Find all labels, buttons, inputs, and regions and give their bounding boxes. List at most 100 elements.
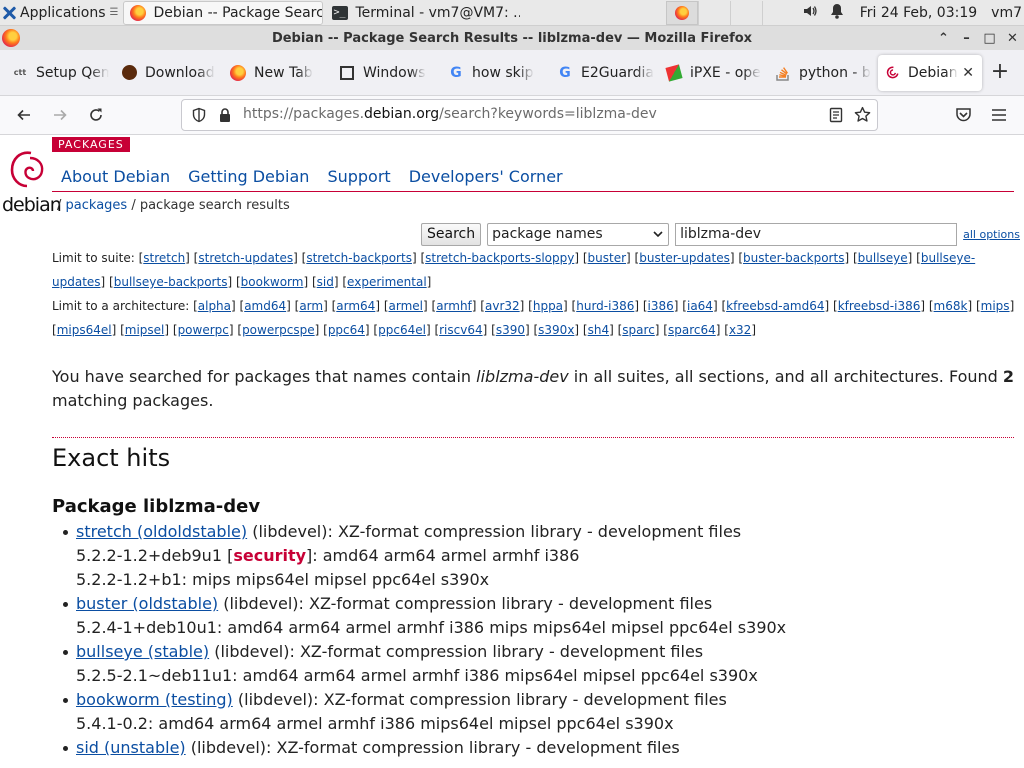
- tab-e2guardian[interactable]: G E2Guardian: [551, 55, 660, 91]
- taskbar-terminal[interactable]: >_ Terminal - vm7@VM7: ...: [325, 1, 521, 25]
- suite-link[interactable]: bookworm (testing): [76, 690, 233, 709]
- arch-ppc64[interactable]: ppc64: [328, 323, 365, 337]
- workspace-2[interactable]: [698, 1, 730, 25]
- reload-icon[interactable]: [84, 103, 108, 127]
- workspace-4[interactable]: [762, 1, 794, 25]
- clock[interactable]: Fri 24 Feb, 03:19: [860, 5, 977, 21]
- debian-logo[interactable]: debian: [2, 150, 62, 216]
- nav-developers-corner[interactable]: Developers' Corner: [409, 167, 563, 186]
- tab-debian[interactable]: Debian ✕: [878, 54, 982, 91]
- suite-buster[interactable]: buster: [588, 251, 627, 265]
- search-type-value: package names: [492, 226, 603, 242]
- pocket-icon[interactable]: [955, 107, 972, 127]
- workspace-1[interactable]: [666, 1, 698, 25]
- new-tab-icon[interactable]: +: [988, 59, 1012, 85]
- arch-ia64[interactable]: ia64: [687, 299, 713, 313]
- hamburger-menu-icon[interactable]: [991, 108, 1007, 126]
- version-line: 5.2.5-2.1~deb11u1: amd64 arm64 armel arm…: [76, 666, 758, 685]
- applications-menu[interactable]: Applications ☰: [0, 0, 123, 26]
- arch-x32[interactable]: x32: [729, 323, 751, 337]
- suite-bullseye-backports[interactable]: bullseye-backports: [114, 275, 228, 289]
- arch-hurd-i386[interactable]: hurd-i386: [576, 299, 634, 313]
- ctt-icon: ctt: [13, 68, 27, 77]
- arch-avr32[interactable]: avr32: [485, 299, 520, 313]
- arch-powerpc[interactable]: powerpc: [178, 323, 229, 337]
- arch-i386[interactable]: i386: [648, 299, 674, 313]
- arch-s390[interactable]: s390: [496, 323, 525, 337]
- suite-stretch-updates[interactable]: stretch-updates: [198, 251, 293, 265]
- arch-arm[interactable]: arm: [299, 299, 323, 313]
- suite-stretch-backports[interactable]: stretch-backports: [306, 251, 412, 265]
- reader-view-icon[interactable]: [829, 107, 843, 127]
- url-bar[interactable]: https://packages.debian.org/search?keywo…: [181, 99, 878, 131]
- suite-buster-backports[interactable]: buster-backports: [743, 251, 844, 265]
- arch-mipsel[interactable]: mipsel: [125, 323, 165, 337]
- window-shade-icon[interactable]: ⌃: [936, 31, 951, 46]
- user-name[interactable]: vm7: [991, 5, 1022, 21]
- arch-sh4[interactable]: sh4: [588, 323, 610, 337]
- arch-powerpcspe[interactable]: powerpcspe: [242, 323, 315, 337]
- arch-s390x[interactable]: s390x: [538, 323, 574, 337]
- breadcrumb-packages-link[interactable]: packages: [66, 198, 128, 213]
- bookmark-star-icon[interactable]: [854, 106, 871, 127]
- security-link[interactable]: security: [233, 546, 306, 565]
- nav-support[interactable]: Support: [327, 167, 390, 186]
- arch-alpha[interactable]: alpha: [198, 299, 231, 313]
- suite-bookworm[interactable]: bookworm: [241, 275, 304, 289]
- arch-kfreebsd-i386[interactable]: kfreebsd-i386: [838, 299, 921, 313]
- notification-bell-icon[interactable]: [830, 3, 844, 23]
- header-divider: [52, 191, 1014, 192]
- arch-amd64[interactable]: amd64: [244, 299, 286, 313]
- tab-how-skip[interactable]: G how skip: [442, 55, 551, 91]
- arch-riscv64[interactable]: riscv64: [439, 323, 483, 337]
- tab-ipxe[interactable]: iPXE - ope: [660, 55, 769, 91]
- suite-stretch-backports-sloppy[interactable]: stretch-backports-sloppy: [425, 251, 574, 265]
- taskbar-firefox[interactable]: Debian -- Package Searc...: [122, 0, 323, 25]
- nav-getting-debian[interactable]: Getting Debian: [188, 167, 309, 186]
- close-window-icon[interactable]: ✕: [1005, 31, 1020, 46]
- terminal-icon: >_: [331, 5, 348, 20]
- suite-stretch[interactable]: stretch: [143, 251, 185, 265]
- arch-ppc64el[interactable]: ppc64el: [378, 323, 426, 337]
- arch-armhf[interactable]: armhf: [436, 299, 472, 313]
- maximize-icon[interactable]: □: [982, 31, 997, 46]
- search-summary: You have searched for packages that name…: [52, 365, 1017, 413]
- search-input[interactable]: liblzma-dev: [675, 222, 958, 246]
- lock-icon[interactable]: [218, 107, 232, 127]
- url-text[interactable]: https://packages.debian.org/search?keywo…: [243, 106, 657, 122]
- applications-menu-icon: ☰: [109, 7, 119, 18]
- tab-new-tab[interactable]: New Tab: [224, 55, 333, 91]
- tab-python[interactable]: python - b: [769, 55, 878, 91]
- arch-sparc64[interactable]: sparc64: [668, 323, 716, 337]
- arch-mips[interactable]: mips: [981, 299, 1010, 313]
- suite-bullseye[interactable]: bullseye: [858, 251, 908, 265]
- forward-icon[interactable]: [48, 103, 72, 127]
- arch-armel[interactable]: armel: [389, 299, 423, 313]
- tab-setup-qemu[interactable]: ctt Setup Qemu: [6, 55, 115, 91]
- tab-download[interactable]: Download: [115, 55, 224, 91]
- suite-sid[interactable]: sid: [317, 275, 334, 289]
- search-button[interactable]: Search: [421, 222, 482, 246]
- arch-m68k[interactable]: m68k: [934, 299, 968, 313]
- suite-buster-updates[interactable]: buster-updates: [639, 251, 730, 265]
- workspace-3[interactable]: [730, 1, 762, 25]
- volume-icon[interactable]: [802, 3, 818, 23]
- back-icon[interactable]: [12, 103, 36, 127]
- suite-link[interactable]: buster (oldstable): [76, 594, 218, 613]
- minimize-icon[interactable]: –: [959, 31, 974, 46]
- suite-experimental[interactable]: experimental: [347, 275, 427, 289]
- arch-kfreebsd-amd64[interactable]: kfreebsd-amd64: [726, 299, 824, 313]
- arch-hppa[interactable]: hppa: [533, 299, 563, 313]
- arch-sparc[interactable]: sparc: [622, 323, 655, 337]
- suite-link[interactable]: stretch (oldoldstable): [76, 522, 247, 541]
- all-options-link[interactable]: all options: [963, 228, 1020, 241]
- shield-icon[interactable]: [191, 107, 207, 127]
- suite-link[interactable]: bullseye (stable): [76, 642, 209, 661]
- search-type-select[interactable]: package names: [487, 222, 670, 246]
- nav-about-debian[interactable]: About Debian: [61, 167, 170, 186]
- tab-windows[interactable]: Windows: [333, 55, 442, 91]
- arch-arm64[interactable]: arm64: [336, 299, 375, 313]
- close-tab-icon[interactable]: ✕: [962, 65, 974, 81]
- arch-mips64el[interactable]: mips64el: [57, 323, 112, 337]
- suite-link[interactable]: sid (unstable): [76, 738, 186, 757]
